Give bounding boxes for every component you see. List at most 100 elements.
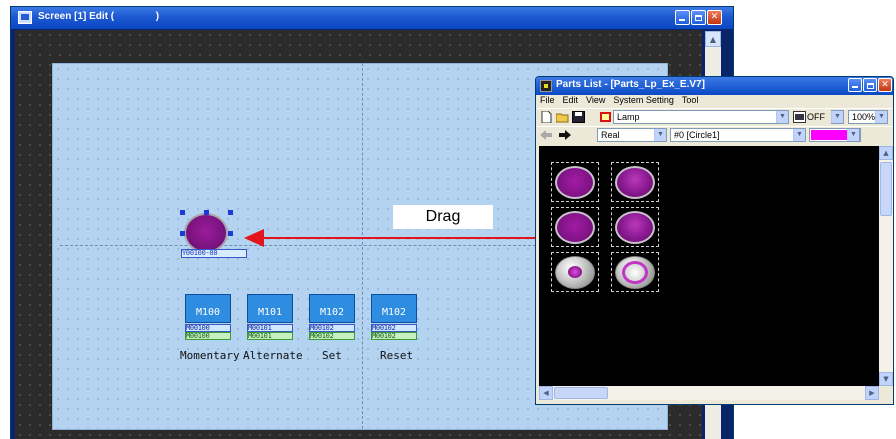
lamp-center bbox=[568, 266, 582, 278]
screen-window-title: Screen [1] Edit ( ) bbox=[38, 11, 160, 22]
parts-toolbar-top: Lamp ▼ OFF ▼ 100% ▼ bbox=[537, 108, 893, 125]
restore-button[interactable] bbox=[691, 10, 706, 25]
metal-lamp-icon bbox=[555, 256, 595, 289]
part-select[interactable]: #0 [Circle1] ▼ bbox=[670, 128, 806, 142]
lamp-disc-icon bbox=[615, 166, 655, 199]
lamp-ring bbox=[622, 261, 648, 284]
lamp-part-metal1[interactable] bbox=[551, 252, 599, 292]
selection-handle[interactable] bbox=[180, 231, 185, 236]
parts-list-titlebar[interactable]: Parts List - [Parts_Lp_Ex_E.V7] ✕ bbox=[536, 77, 893, 95]
switch-label-set: Set bbox=[322, 349, 342, 362]
drag-annotation-label: Drag bbox=[393, 205, 493, 229]
lamp-part-metal2[interactable] bbox=[611, 252, 659, 292]
switch-label-reset: Reset bbox=[380, 349, 414, 362]
parts-vertical-scrollbar[interactable]: ▲ ▼ bbox=[879, 146, 893, 386]
chevron-down-icon: ▼ bbox=[793, 129, 805, 141]
parts-list-app-icon bbox=[540, 80, 552, 92]
parts-minimize-button[interactable] bbox=[848, 78, 862, 92]
parts-close-button[interactable]: ✕ bbox=[878, 78, 892, 92]
chevron-down-icon: ▼ bbox=[776, 111, 788, 123]
chevron-down-icon: ▼ bbox=[847, 129, 859, 141]
drag-arrow-icon bbox=[244, 229, 544, 247]
scroll-thumb[interactable] bbox=[880, 162, 892, 216]
switch-address-tag: M00102 bbox=[309, 324, 355, 332]
switch-momentary[interactable]: M100 M00100 M00100 bbox=[185, 294, 231, 340]
scroll-right-icon[interactable]: ▶ bbox=[865, 386, 879, 400]
switch-set[interactable]: M102 M00102 M00102 bbox=[309, 294, 355, 340]
scroll-left-icon[interactable]: ◀ bbox=[539, 386, 553, 400]
color-select[interactable]: ▼ bbox=[847, 128, 860, 142]
switch-face: M101 bbox=[247, 294, 293, 323]
parts-list-window: Parts List - [Parts_Lp_Ex_E.V7] ✕ File E… bbox=[535, 76, 894, 405]
lamp-disc-icon bbox=[555, 211, 595, 244]
selection-handle[interactable] bbox=[204, 210, 209, 215]
parts-menubar: File Edit View System Setting Tool bbox=[537, 95, 893, 107]
menu-file[interactable]: File bbox=[540, 95, 555, 107]
screen-titlebar[interactable]: Screen [1] Edit ( ) ✕ bbox=[11, 7, 733, 29]
parts-list-title: Parts List - [Parts_Lp_Ex_E.V7] bbox=[556, 79, 705, 90]
selection-handle[interactable] bbox=[228, 231, 233, 236]
switch-address-tag: M00100 bbox=[185, 324, 231, 332]
switch-face: M102 bbox=[371, 294, 417, 323]
minimize-icon bbox=[679, 19, 685, 21]
menu-system-setting[interactable]: System Setting bbox=[613, 95, 674, 107]
switch-label-momentary: Momentary bbox=[180, 349, 240, 362]
switch-lamp-tag: M00102 bbox=[371, 332, 417, 340]
menu-tool[interactable]: Tool bbox=[682, 95, 699, 107]
zoom-select[interactable]: 100% ▼ bbox=[848, 110, 888, 124]
parts-toolbar-bottom: Real ▼ #0 [Circle1] ▼ ▼ bbox=[537, 126, 893, 143]
close-icon: ✕ bbox=[710, 12, 719, 22]
switch-address-tag: M00102 bbox=[371, 324, 417, 332]
scroll-up-icon[interactable]: ▲ bbox=[705, 31, 721, 47]
placed-lamp-address-tag: Y00100-00 bbox=[181, 249, 247, 258]
switch-lamp-tag: M00101 bbox=[247, 332, 293, 340]
save-icon[interactable] bbox=[572, 111, 585, 123]
parts-restore-button[interactable] bbox=[863, 78, 877, 92]
forward-arrow-icon[interactable] bbox=[558, 129, 571, 141]
close-button[interactable]: ✕ bbox=[707, 10, 722, 25]
lamp-disc-icon bbox=[555, 166, 595, 199]
lamp-part-circle3[interactable] bbox=[551, 207, 599, 247]
part-select-value: #0 [Circle1] bbox=[674, 130, 720, 140]
real-select-value: Real bbox=[601, 130, 620, 140]
selection-handle[interactable] bbox=[228, 210, 233, 215]
lamp-part-circle2[interactable] bbox=[611, 162, 659, 202]
drag-arrow-head bbox=[244, 229, 264, 247]
selection-handle[interactable] bbox=[180, 210, 185, 215]
back-arrow-icon[interactable] bbox=[540, 129, 553, 141]
lamp-part-circle4[interactable] bbox=[611, 207, 659, 247]
close-icon: ✕ bbox=[881, 79, 889, 90]
lamp-part-circle1[interactable] bbox=[551, 162, 599, 202]
minimize-icon bbox=[852, 86, 858, 88]
lamp-disc-icon bbox=[615, 211, 655, 244]
switch-address-tag: M00101 bbox=[247, 324, 293, 332]
parts-window-controls: ✕ bbox=[848, 78, 892, 92]
chevron-down-icon: ▼ bbox=[875, 111, 887, 123]
restore-icon bbox=[695, 15, 702, 21]
parts-horizontal-scrollbar[interactable]: ◀ ▶ bbox=[539, 386, 879, 400]
open-folder-icon[interactable] bbox=[556, 111, 569, 123]
minimize-button[interactable] bbox=[675, 10, 690, 25]
state-select[interactable]: ▼ bbox=[831, 110, 844, 124]
real-select[interactable]: Real ▼ bbox=[597, 128, 667, 142]
menu-edit[interactable]: Edit bbox=[563, 95, 579, 107]
lamp-disc bbox=[184, 213, 228, 253]
screen-window-icon bbox=[18, 11, 32, 24]
new-file-icon[interactable] bbox=[540, 111, 553, 123]
zoom-select-value: 100% bbox=[852, 112, 876, 122]
scroll-up-icon[interactable]: ▲ bbox=[879, 146, 893, 160]
category-select-value: Lamp bbox=[617, 112, 640, 122]
scroll-down-icon[interactable]: ▼ bbox=[879, 372, 893, 386]
switch-face: M100 bbox=[185, 294, 231, 323]
switch-alternate[interactable]: M101 M00101 M00101 bbox=[247, 294, 293, 340]
switch-lamp-tag: M00100 bbox=[185, 332, 231, 340]
chevron-down-icon: ▼ bbox=[654, 129, 666, 141]
switch-reset[interactable]: M102 M00102 M00102 bbox=[371, 294, 417, 340]
restore-icon bbox=[867, 83, 874, 89]
lamp-category-icon bbox=[600, 112, 611, 122]
menu-view[interactable]: View bbox=[586, 95, 605, 107]
screen-window-controls: ✕ bbox=[675, 10, 722, 25]
scroll-thumb[interactable] bbox=[554, 387, 608, 399]
off-state-icon bbox=[793, 111, 806, 123]
category-select[interactable]: Lamp ▼ bbox=[613, 110, 789, 124]
